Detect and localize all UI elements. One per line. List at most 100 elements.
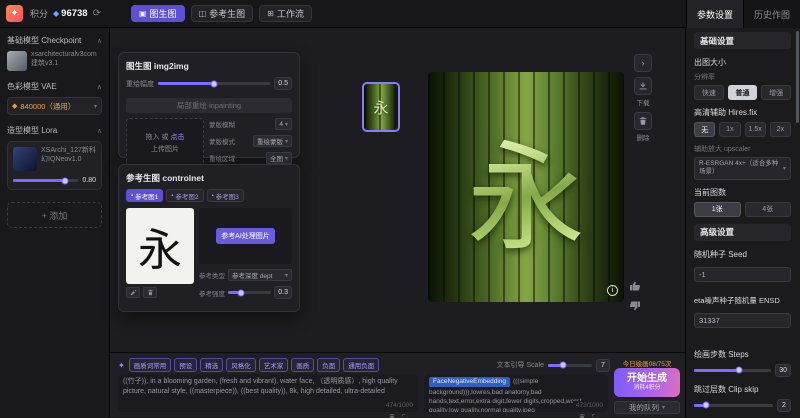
steps-slider[interactable] — [694, 369, 771, 372]
checkpoint-model[interactable]: xsarchitecturalv3com建筑v3.1 — [7, 51, 102, 71]
tab-workflow-label: 工作流 — [277, 7, 304, 20]
hires-15x[interactable]: 1.5x — [745, 122, 766, 137]
rating-controls — [629, 280, 641, 312]
hires-label: 高清辅助 Hires.fix — [694, 107, 791, 118]
clip-skip-value[interactable]: 2 — [777, 399, 791, 412]
mode-tabs: ▣ 图生图 ◫ 参考生图 ⊞ 工作流 — [131, 5, 312, 22]
clip-skip-slider[interactable] — [694, 404, 773, 407]
generate-label: 开始生成 — [627, 373, 667, 386]
checkpoint-name: xsarchitecturalv3com建筑v3.1 — [31, 51, 102, 69]
ensd-input[interactable] — [694, 313, 791, 328]
image-icon: ▣ — [139, 9, 147, 18]
controlnet-tab-2[interactable]: ▪ 参考图2 — [166, 189, 203, 202]
mask-mode-select[interactable]: 重绘蒙版 ▾ — [253, 135, 292, 147]
count-4[interactable]: 4张 — [745, 202, 792, 217]
tab-workflow[interactable]: ⊞ 工作流 — [259, 5, 312, 22]
quality-normal[interactable]: 普通 — [728, 85, 758, 100]
lora-weight-slider[interactable] — [13, 179, 78, 182]
app-logo-icon[interactable]: ✦ — [6, 5, 23, 22]
upload-dropzone[interactable]: 拖入 或 点击 上传图片 — [126, 118, 204, 168]
embedding-tag[interactable]: FaceNegativeEmbedding — [429, 377, 510, 387]
reference-type-label: 参考类型 — [199, 270, 225, 280]
negative-prompt-input[interactable]: FaceNegativeEmbedding(((simple backgroun… — [424, 374, 608, 412]
reference-character: 永 — [138, 214, 182, 278]
collapse-icon[interactable]: ∧ — [97, 37, 102, 45]
quality-options: 快速 普通 增强 — [694, 85, 791, 100]
hires-1x[interactable]: 1x — [719, 122, 740, 137]
upscaler-label: 辅助放大 upscaler — [694, 144, 791, 154]
clear-icon[interactable] — [388, 413, 396, 418]
collapse-icon[interactable]: ∧ — [97, 127, 102, 135]
denoise-slider[interactable] — [158, 82, 270, 85]
denoise-label: 重绘幅度 — [126, 79, 154, 89]
tab-history[interactable]: 历史作图 — [743, 0, 800, 28]
refresh-icon[interactable]: ⟳ — [93, 8, 101, 19]
hires-2x[interactable]: 2x — [770, 122, 791, 137]
tab-reference[interactable]: ◫ 参考生图 — [191, 5, 254, 22]
thumb-up-icon[interactable] — [629, 280, 641, 292]
delete-icon[interactable] — [634, 112, 652, 130]
add-model-button[interactable]: + 添加 — [7, 202, 102, 228]
cfg-scale-slider[interactable] — [548, 364, 592, 367]
expand-icon[interactable] — [591, 413, 599, 418]
ensd-label: eta噪声种子随机量 ENSD — [694, 295, 791, 306]
checkpoint-section: 基础模型 Checkpoint ∧ xsarchitecturalv3com建筑… — [7, 35, 102, 71]
info-icon[interactable]: i — [607, 285, 618, 296]
lora-card[interactable]: XSArchi_127新科幻IQNeov1.0 0.80 — [7, 141, 102, 190]
queue-button[interactable]: 我的队列 ▾ — [614, 401, 680, 414]
chip-artists[interactable]: 艺术家 — [259, 358, 289, 372]
positive-prompt-input[interactable]: ((竹子)), in a blooming garden, (fresh and… — [118, 374, 418, 412]
upload-or-text: 或 — [162, 134, 169, 141]
chip-presets[interactable]: 预设 — [174, 358, 197, 372]
expand-icon[interactable] — [401, 413, 409, 418]
reference-strength-value[interactable]: 0.3 — [274, 286, 292, 299]
quality-enhanced[interactable]: 增强 — [761, 85, 791, 100]
reference-strength-slider[interactable] — [228, 291, 271, 294]
download-icon[interactable] — [634, 77, 652, 95]
chip-stylized[interactable]: 风格化 — [226, 358, 256, 372]
scrollbar[interactable] — [796, 31, 799, 123]
app-root: ✦ 积分 ◆ 96738 ⟳ ▣ 图生图 ◫ 参考生图 ⊞ 工作流 参数设置 历… — [0, 0, 800, 418]
collapse-strip-icon[interactable]: › — [634, 54, 652, 72]
tab-reference-label: 参考生图 — [209, 7, 245, 20]
edit-icon[interactable] — [126, 287, 140, 298]
vae-select[interactable]: ◆ 840000（通用） ▾ — [7, 97, 102, 115]
steps-value[interactable]: 30 — [775, 364, 791, 377]
mask-blur-select[interactable]: 4 ▾ — [275, 118, 292, 130]
seed-input[interactable] — [694, 267, 791, 282]
denoise-value[interactable]: 0.5 — [274, 77, 292, 90]
delete-icon[interactable] — [143, 287, 157, 298]
square-icon: ▪ — [212, 193, 214, 199]
result-thumbnail[interactable]: 永 — [362, 82, 400, 132]
upload-suffix-text: 上传图片 — [151, 144, 179, 154]
process-reference-button[interactable]: 参考AI处理图片 — [216, 228, 275, 244]
cfg-scale-value[interactable]: 7 — [596, 359, 610, 372]
inpaint-area-select[interactable]: 全图 ▾ — [266, 152, 292, 164]
upscaler-select[interactable]: R-ESRGAN 4x+（适合多种场景） ▾ — [694, 157, 791, 180]
controlnet-tab-1[interactable]: ▪ 参考图1 — [126, 189, 163, 202]
preview-image[interactable]: 永 i — [428, 72, 624, 302]
tab-img2img[interactable]: ▣ 图生图 — [131, 5, 185, 22]
thumb-down-icon[interactable] — [629, 300, 641, 312]
delete-label: 删除 — [637, 132, 650, 142]
quality-fast[interactable]: 快速 — [694, 85, 724, 100]
reference-image[interactable]: 永 — [126, 208, 194, 284]
inpaint-button[interactable]: 局部重绘 inpainting — [126, 98, 292, 113]
chip-quality-common[interactable]: 画质词常用 — [129, 358, 172, 372]
chip-negative[interactable]: 负面 — [317, 358, 340, 372]
chip-featured[interactable]: 精选 — [200, 358, 223, 372]
prompt-toolbar: ✦ 画质词常用 预设 精选 风格化 艺术家 画质 负面 通用负面 文本引导 Sc… — [118, 358, 610, 372]
clear-icon[interactable] — [578, 413, 586, 418]
hires-none[interactable]: 无 — [694, 122, 715, 137]
square-icon: ▪ — [131, 193, 133, 199]
generate-button[interactable]: 开始生成 消耗4积分 — [614, 368, 680, 397]
collapse-icon[interactable]: ∧ — [97, 83, 102, 91]
chip-common-negative[interactable]: 通用负面 — [343, 358, 379, 372]
count-1[interactable]: 1张 — [694, 202, 741, 217]
upscaler-value: R-ESRGAN 4x+（适合多种场景） — [699, 160, 780, 177]
tab-params[interactable]: 参数设置 — [686, 0, 743, 28]
controlnet-tab-3[interactable]: ▪ 参考图3 — [207, 189, 244, 202]
chip-quality[interactable]: 画质 — [291, 358, 314, 372]
reference-type-select[interactable]: 参考深度 dept ▾ — [228, 269, 292, 281]
controlnet-tab-2-label: 参考图2 — [175, 191, 198, 201]
